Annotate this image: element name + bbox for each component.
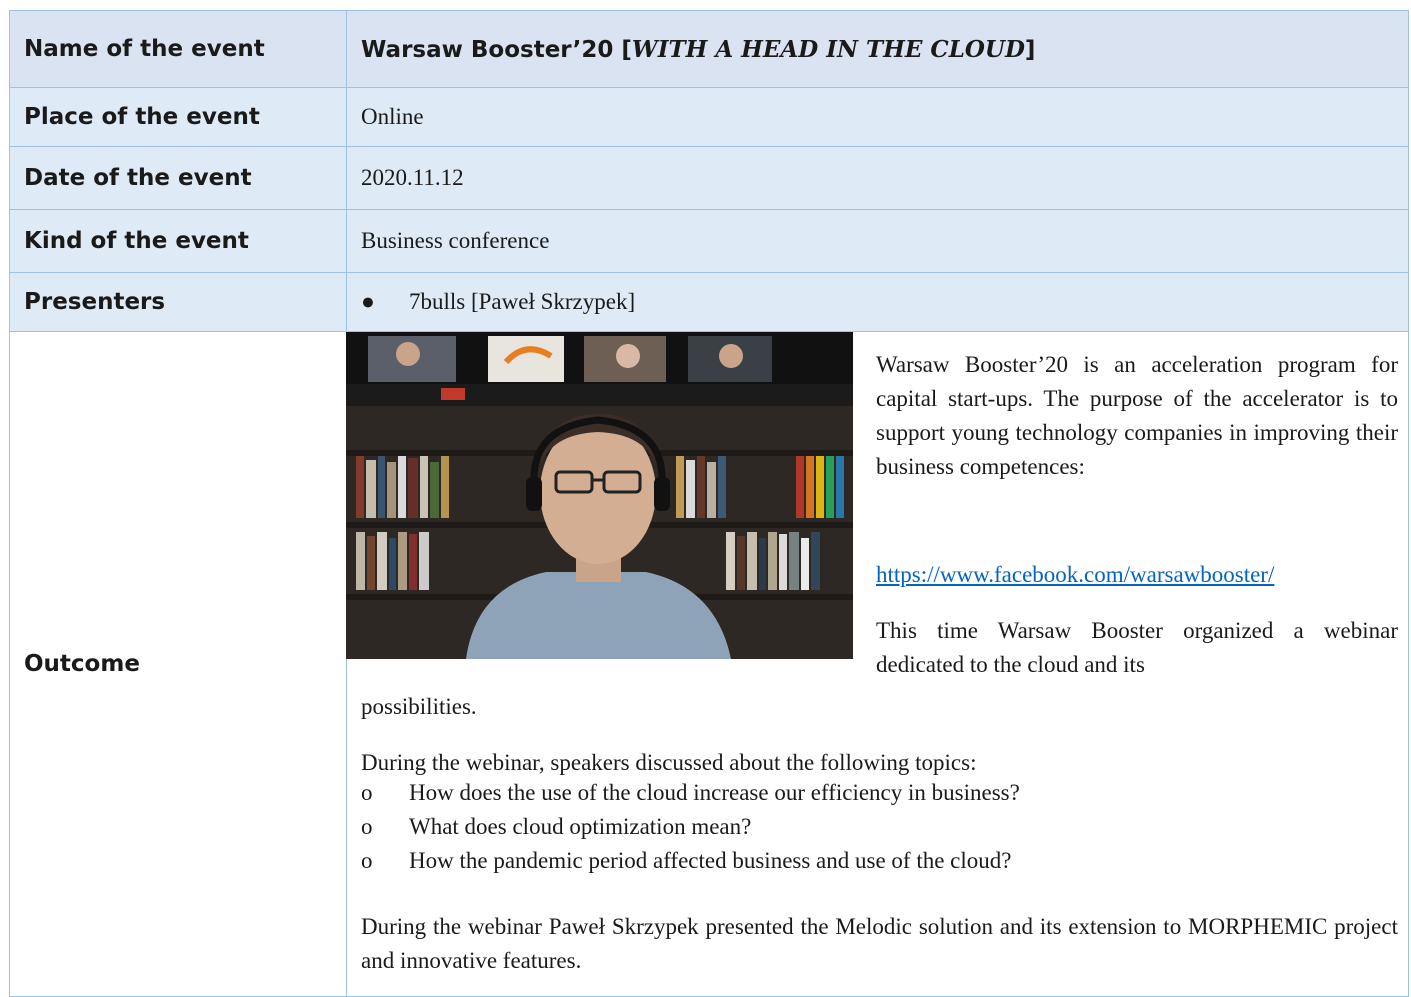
row-name: Name of the event Warsaw Booster’20 [WIT… — [9, 10, 1409, 88]
kind-label: Kind of the event — [9, 209, 347, 273]
outcome-para2: This time Warsaw Booster organized a web… — [876, 618, 1398, 677]
presenters-value: ● 7bulls [Paweł Skrzypek] — [346, 272, 1409, 332]
presenters-label: Presenters — [9, 272, 347, 332]
row-presenters: Presenters ● 7bulls [Paweł Skrzypek] — [9, 272, 1409, 332]
topics-list: o How does the use of the cloud increase … — [361, 776, 1398, 878]
topic-text: How does the use of the cloud increase o… — [409, 780, 1020, 805]
row-kind: Kind of the event Business conference — [9, 209, 1409, 273]
kind-value: Business conference — [346, 209, 1409, 273]
row-outcome: Outcome Warsaw Booster’20 is an accelera… — [9, 331, 1409, 997]
facebook-link[interactable]: https://www.facebook.com/warsawbooster/ — [876, 562, 1274, 587]
event-table: Name of the event Warsaw Booster’20 [WIT… — [9, 10, 1409, 997]
outcome-para1: Warsaw Booster’20 is an acceleration pro… — [876, 352, 1398, 479]
name-value-prefix: Warsaw Booster’20 [ — [361, 36, 632, 63]
topic-item: o How the pandemic period affected busine… — [361, 844, 1398, 878]
outcome-para2-cont: possibilities. — [361, 694, 477, 719]
outcome-value: Warsaw Booster’20 is an acceleration pro… — [346, 331, 1409, 997]
name-value-italic: WITH A HEAD IN THE CLOUD — [631, 35, 1025, 63]
name-value: Warsaw Booster’20 [WITH A HEAD IN THE CL… — [346, 10, 1409, 88]
outcome-content: Warsaw Booster’20 is an acceleration pro… — [346, 332, 1408, 996]
topic-item: o What does cloud optimization mean? — [361, 810, 1398, 844]
row-date: Date of the event 2020.11.12 — [9, 146, 1409, 210]
outcome-link-container: https://www.facebook.com/warsawbooster/ — [876, 558, 1398, 592]
webinar-screenshot — [346, 332, 853, 659]
outcome-label: Outcome — [9, 331, 347, 997]
presenter-name: 7bulls [Paweł Skrzypek] — [409, 289, 636, 314]
outcome-closing: During the webinar Paweł Skrzypek presen… — [361, 914, 1398, 973]
topic-bullet-icon: o — [361, 814, 373, 839]
date-label: Date of the event — [9, 146, 347, 210]
place-value: Online — [346, 87, 1409, 147]
topic-text: What does cloud optimization mean? — [409, 814, 752, 839]
topic-text: How the pandemic period affected busines… — [409, 848, 1012, 873]
row-place: Place of the event Online — [9, 87, 1409, 147]
name-label: Name of the event — [9, 10, 347, 88]
name-value-suffix: ] — [1024, 36, 1036, 63]
topic-bullet-icon: o — [361, 848, 373, 873]
place-label: Place of the event — [9, 87, 347, 147]
bullet-icon: ● — [361, 289, 375, 314]
topic-item: o How does the use of the cloud increase … — [361, 776, 1398, 810]
topics-intro: During the webinar, speakers discussed a… — [361, 750, 977, 775]
date-value: 2020.11.12 — [346, 146, 1409, 210]
topic-bullet-icon: o — [361, 780, 373, 805]
